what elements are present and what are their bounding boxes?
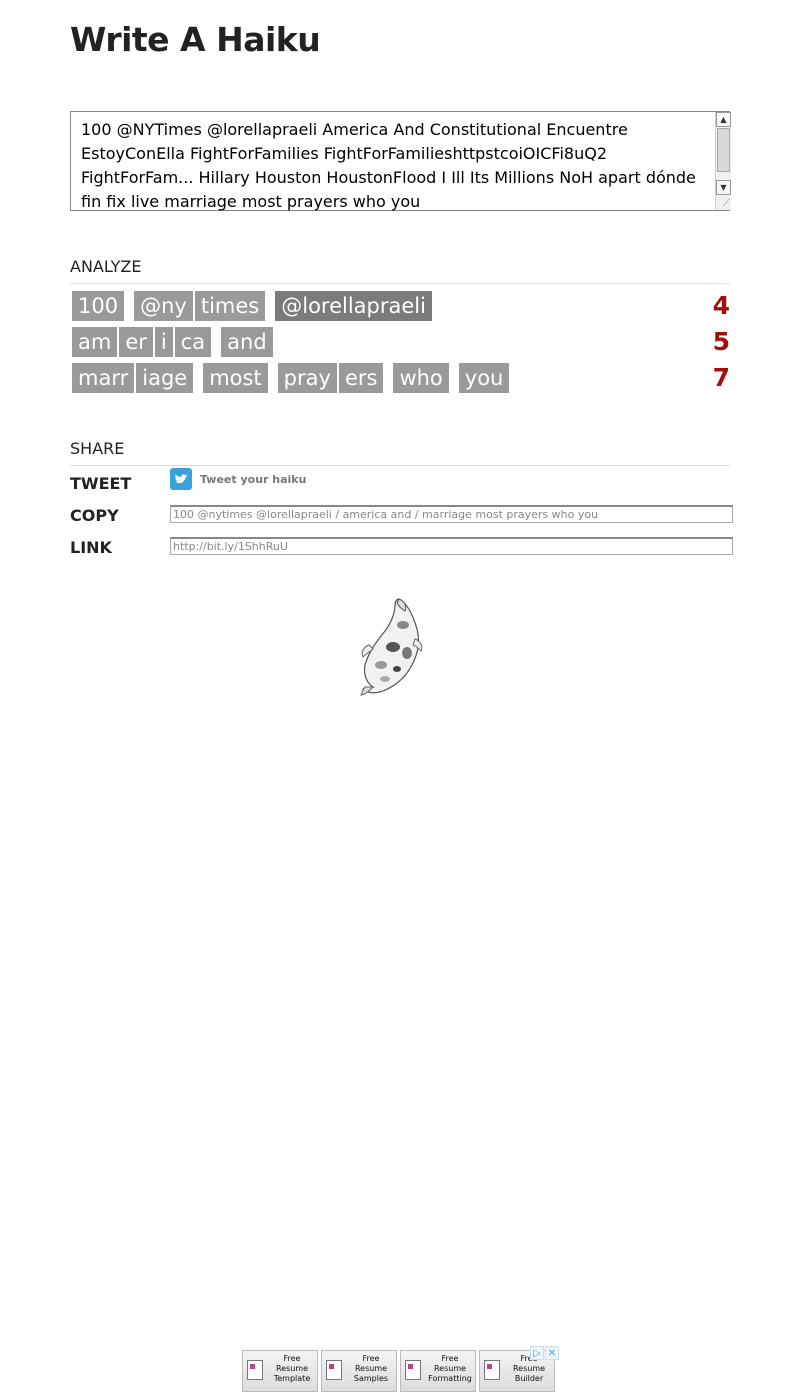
document-icon — [247, 1360, 263, 1380]
tweet-link[interactable]: Tweet your haiku — [200, 473, 306, 486]
haiku-editor[interactable]: 100 @NYTimes @lorellapraeli America And … — [70, 111, 731, 214]
ad-tile[interactable]: Free Resume Template — [242, 1350, 318, 1392]
link-field[interactable] — [170, 537, 733, 555]
syllable-count: 5 — [712, 327, 730, 356]
syllable-chip: i — [154, 327, 173, 357]
syllable-chip: ers — [338, 363, 384, 393]
syllable-chips: marr iage most pray ers who you — [72, 363, 519, 393]
ad-tile-label: Free Resume Formatting — [428, 1354, 472, 1383]
copy-label: COPY — [70, 506, 119, 525]
koi-fish-icon — [355, 595, 425, 697]
editor-scrollbar[interactable]: ▲ ▼ — [715, 112, 731, 210]
haiku-textarea-content[interactable]: 100 @NYTimes @lorellapraeli America And … — [81, 118, 709, 214]
word-chip: @lorellapraeli — [275, 291, 434, 321]
page-title: Write A Haiku — [70, 20, 321, 59]
syllable-chips: 100 @ny times @lorellapraeli — [72, 291, 442, 321]
syllable-chip: er — [119, 327, 153, 357]
word-chip: 100 — [72, 291, 126, 321]
ad-banner: Free Resume Template Free Resume Samples F… — [242, 1350, 558, 1394]
haiku-line: 100 @ny times @lorellapraeli 4 — [72, 291, 730, 323]
syllable-chip: times — [194, 291, 266, 321]
document-icon — [326, 1360, 342, 1380]
scroll-up-arrow-icon[interactable]: ▲ — [716, 112, 731, 127]
analyze-heading: ANALYZE — [70, 257, 730, 284]
word-chip: am er i ca — [72, 327, 213, 357]
document-icon — [405, 1360, 421, 1380]
scroll-thumb[interactable] — [717, 128, 730, 172]
haiku-line: am er i ca and 5 — [72, 327, 730, 359]
haiku-line: marr iage most pray ers who you 7 — [72, 363, 730, 395]
syllable-chips: am er i ca and — [72, 327, 283, 357]
word-chip: and — [221, 327, 275, 357]
link-label: LINK — [70, 538, 112, 557]
syllable-chip: pray — [277, 363, 337, 393]
ad-tile[interactable]: Free Resume Samples — [321, 1350, 397, 1392]
syllable-count: 7 — [712, 363, 730, 392]
syllable-chip: @lorellapraeli — [275, 291, 432, 321]
document-icon — [484, 1360, 500, 1380]
syllable-chip: 100 — [72, 291, 125, 321]
syllable-chip: who — [393, 363, 449, 393]
word-chip: who — [393, 363, 450, 393]
ad-tile-label: Free Resume Template — [273, 1354, 311, 1383]
twitter-bird-icon[interactable] — [170, 468, 192, 490]
syllable-chip: and — [221, 327, 273, 357]
word-chip: @ny times — [134, 291, 267, 321]
share-heading: SHARE — [70, 439, 730, 466]
word-chip: marr iage — [72, 363, 195, 393]
word-chip: pray ers — [277, 363, 386, 393]
syllable-chip: ca — [174, 327, 212, 357]
copy-field[interactable] — [170, 505, 733, 523]
word-chip: most — [203, 363, 269, 393]
adchoices-controls[interactable]: ▷ ✕ — [530, 1346, 560, 1360]
ad-tile-label: Free Resume Samples — [353, 1354, 389, 1383]
tweet-label: TWEET — [70, 474, 132, 493]
scroll-down-arrow-icon[interactable]: ▼ — [716, 180, 731, 195]
resize-grip-icon[interactable]: ⟋ — [718, 198, 730, 210]
syllable-chip: marr — [72, 363, 135, 393]
syllable-chip: iage — [136, 363, 194, 393]
word-chip: you — [458, 363, 512, 393]
syllable-chip: @ny — [134, 291, 193, 321]
syllable-count: 4 — [712, 291, 730, 320]
syllable-chip: am — [72, 327, 118, 357]
ad-tile[interactable]: Free Resume Formatting — [400, 1350, 476, 1392]
syllable-chip: most — [203, 363, 268, 393]
close-ad-icon[interactable]: ✕ — [545, 1346, 559, 1360]
adchoices-icon[interactable]: ▷ — [530, 1346, 544, 1360]
syllable-chip: you — [458, 363, 510, 393]
